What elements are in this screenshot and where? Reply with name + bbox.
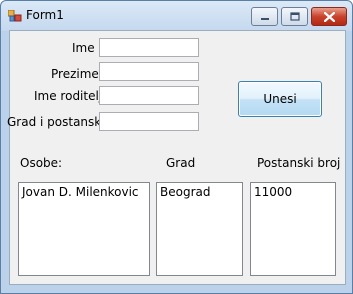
close-button[interactable] <box>311 7 347 26</box>
form1-window: Form1 Ime Prezime Ime roditelja Grad i p… <box>0 0 353 294</box>
unesi-button[interactable]: Unesi <box>238 81 322 117</box>
maximize-icon <box>289 12 300 21</box>
list-item[interactable]: 11000 <box>251 183 335 201</box>
ime-input[interactable] <box>99 38 199 57</box>
maximize-button[interactable] <box>281 7 308 26</box>
postanski-header: Postanski broj <box>257 156 341 170</box>
minimize-button[interactable] <box>251 7 278 26</box>
minimize-icon <box>260 17 269 20</box>
close-icon <box>323 11 335 22</box>
ime-roditelja-input[interactable] <box>99 86 199 105</box>
grad-postanski-input[interactable] <box>99 112 199 131</box>
title-bar[interactable]: Form1 <box>1 1 352 30</box>
grad-header: Grad <box>166 156 196 170</box>
form-client-area: Ime Prezime Ime roditelja Grad i postans… <box>7 30 346 285</box>
prezime-input[interactable] <box>99 62 199 81</box>
prezime-label: Prezime <box>51 67 99 81</box>
list-item[interactable]: Beograd <box>157 183 242 201</box>
form-app-icon <box>8 10 22 22</box>
list-item[interactable]: Jovan D. Milenkovic <box>19 183 149 201</box>
ime-label: Ime <box>72 41 95 55</box>
grad-listbox[interactable]: Beograd <box>156 182 243 276</box>
postanski-listbox[interactable]: 11000 <box>250 182 336 276</box>
osobe-header: Osobe: <box>20 156 63 170</box>
window-title: Form1 <box>26 8 64 22</box>
osobe-listbox[interactable]: Jovan D. Milenkovic <box>18 182 150 276</box>
